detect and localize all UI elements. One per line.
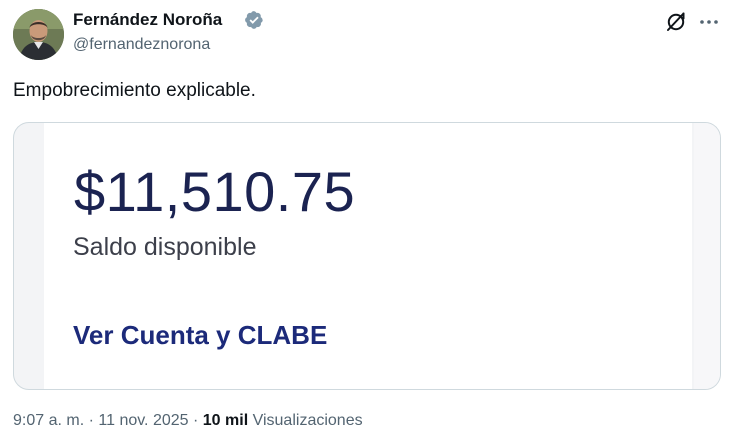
meta-separator: · — [88, 412, 94, 429]
tweet-text: Empobrecimiento explicable. — [13, 80, 256, 101]
balance-label: Saldo disponible — [73, 233, 257, 261]
avatar-image — [13, 9, 64, 60]
meta-separator: · — [193, 412, 199, 429]
verified-badge-icon[interactable] — [244, 10, 264, 30]
media-screenshot: $11,510.75 Saldo disponible Ver Cuenta y… — [44, 123, 692, 389]
author-name[interactable]: Fernández Noroña — [73, 10, 222, 30]
views-count: 10 mil — [202, 412, 249, 429]
tweet-time[interactable]: 9:07 a. m. — [13, 412, 84, 429]
media-card[interactable]: $11,510.75 Saldo disponible Ver Cuenta y… — [13, 122, 721, 390]
views-label: Visualizaciones — [252, 412, 363, 429]
tweet-meta: 9:07 a. m. · 11 nov. 2025 · 10 mil Visua… — [13, 412, 363, 430]
media-edge-strip — [694, 123, 720, 389]
author-handle[interactable]: @fernandeznorona — [73, 36, 210, 54]
balance-amount: $11,510.75 — [74, 160, 356, 223]
avatar[interactable] — [13, 9, 64, 60]
account-link: Ver Cuenta y CLABE — [73, 320, 328, 350]
tweet-date[interactable]: 11 nov. 2025 — [98, 412, 188, 429]
more-horizontal-icon[interactable] — [697, 10, 721, 34]
grok-icon[interactable] — [664, 10, 688, 34]
